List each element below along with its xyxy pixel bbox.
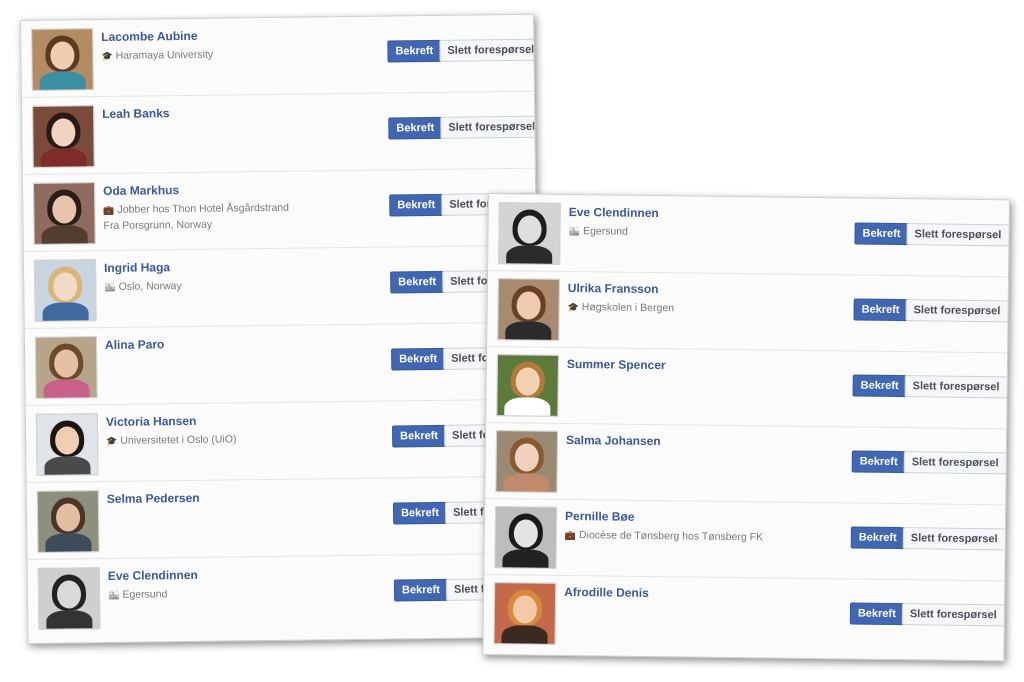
friend-detail-text: Haramaya University bbox=[115, 48, 214, 62]
confirm-button[interactable]: Bekreft bbox=[850, 526, 905, 550]
city-icon: 🏙 bbox=[568, 225, 581, 237]
friend-name-link[interactable]: Ingrid Haga bbox=[104, 260, 170, 275]
avatar[interactable] bbox=[33, 259, 97, 322]
friend-name-link[interactable]: Selma Pedersen bbox=[107, 491, 200, 506]
friend-detail: 🏙 Egersund bbox=[568, 225, 628, 238]
friend-request-row: Summer Spencer Bekreft Slett forespørsel bbox=[486, 346, 1008, 430]
friend-name-link[interactable]: Eve Clendinnen bbox=[569, 205, 659, 220]
friend-request-row: Eve Clendinnen 🏙Egersund BekreftSlett fore… bbox=[488, 194, 1010, 278]
friend-request-row: Eve Clendinnen🏙EgersundBekreftSlett fore… bbox=[28, 554, 542, 636]
avatar[interactable] bbox=[37, 567, 101, 630]
friend-request-row: Afrodille Denis Bekreft Slett forespørsel bbox=[483, 574, 1005, 656]
delete-request-button[interactable]: Slett forespørsel bbox=[904, 375, 1008, 399]
avatar[interactable] bbox=[493, 582, 557, 645]
friend-detail: 🎓 Universitetet i Oslo (UiO) bbox=[106, 433, 236, 447]
friend-request-row: Leah Banks Bekreft Slett forespørsel bbox=[21, 91, 542, 175]
avatar[interactable] bbox=[494, 506, 558, 569]
friend-detail-text: Egersund bbox=[122, 588, 168, 601]
friend-name-link[interactable]: Lacombe Aubine bbox=[101, 29, 197, 44]
graduation-cap-icon: 🎓 bbox=[101, 50, 113, 62]
confirm-button[interactable]: Bekreft bbox=[391, 424, 447, 448]
friend-detail-secondary: Fra Porsgrunn, Norway bbox=[103, 218, 213, 232]
friend-request-row: Ulrika Fransson 🎓 Høgskolen i Bergen Bekref… bbox=[487, 270, 1009, 354]
confirm-button[interactable]: Bekreft bbox=[854, 222, 909, 246]
friend-detail-text: Universitetet i Oslo (UiO) bbox=[120, 433, 237, 447]
friend-request-row: Salma Johansen Bekreft Slett forespørsel bbox=[485, 421, 1007, 506]
graduation-cap-icon: 🎓 bbox=[106, 435, 118, 446]
friend-name-link[interactable]: Pernille Bøe bbox=[565, 509, 635, 524]
friend-request-row: Selma PedersenBekreftSlett forespørsel bbox=[26, 476, 542, 560]
delete-request-button[interactable]: Slett forespørsel bbox=[902, 527, 1006, 551]
friend-detail-text: Høgskolen i Bergen bbox=[581, 301, 675, 315]
confirm-button[interactable]: Bekreft bbox=[388, 116, 443, 140]
delete-request-button[interactable]: Slett forespørsel bbox=[440, 115, 542, 139]
delete-request-button[interactable]: Slett forespørsel bbox=[905, 299, 1009, 323]
friend-detail-text: Diocèse de Tønsberg hos Tønsberg FK bbox=[578, 529, 764, 544]
confirm-button[interactable]: Bekreft bbox=[391, 347, 446, 371]
confirm-button[interactable]: Bekreft bbox=[851, 450, 906, 474]
delete-request-button[interactable]: Slett forespørsel bbox=[903, 451, 1007, 475]
confirm-button[interactable]: Bekreft bbox=[852, 374, 907, 398]
friend-request-row: Oda Markhus 💼 Jobber hos Thon Hotel Åsgård… bbox=[22, 168, 542, 252]
avatar[interactable] bbox=[31, 28, 94, 91]
friend-name-link[interactable]: Alina Paro bbox=[105, 337, 165, 352]
friend-detail: 💼 Jobber hos Thon Hotel Åsgårdstrand bbox=[103, 202, 289, 216]
avatar[interactable] bbox=[34, 336, 98, 399]
city-icon: 🏙 bbox=[104, 281, 116, 292]
friend-name-link[interactable]: Ulrika Fransson bbox=[568, 281, 659, 296]
confirm-button[interactable]: Bekreft bbox=[393, 578, 449, 602]
friend-name-link[interactable]: Eve Clendinnen bbox=[108, 568, 198, 583]
friend-name-link[interactable]: Afrodille Denis bbox=[564, 585, 649, 600]
friend-detail-text: Egersund bbox=[582, 225, 629, 238]
delete-request-button[interactable]: Slett forespørsel bbox=[901, 603, 1005, 627]
avatar[interactable] bbox=[35, 413, 99, 476]
delete-request-button[interactable]: Slett forespørsel bbox=[906, 223, 1010, 247]
friend-request-row: Pernille Bøe 💼 Diocèse de Tønsberg hos Tøn… bbox=[484, 497, 1006, 582]
confirm-button[interactable]: Bekreft bbox=[392, 501, 448, 525]
friend-name-link[interactable]: Summer Spencer bbox=[567, 357, 666, 372]
friend-request-row: Victoria Hansen 🎓 Universitetet i Oslo (Ui… bbox=[25, 399, 542, 483]
friend-name-link[interactable]: Salma Johansen bbox=[566, 433, 661, 448]
friend-detail: 🏙 Oslo, Norway bbox=[104, 280, 182, 293]
avatar[interactable] bbox=[32, 182, 96, 245]
friend-name-link[interactable]: Victoria Hansen bbox=[106, 414, 197, 429]
confirm-button[interactable]: Bekreft bbox=[390, 270, 445, 294]
avatar[interactable] bbox=[496, 354, 560, 417]
friend-requests-panel-left: Lacombe Aubine 🎓 Haramaya University Bekref… bbox=[20, 13, 542, 644]
avatar[interactable] bbox=[498, 202, 561, 265]
friend-request-row: Lacombe Aubine 🎓 Haramaya University Bekref… bbox=[21, 14, 542, 98]
confirm-button[interactable]: Bekreft bbox=[389, 193, 444, 217]
briefcase-icon: 💼 bbox=[564, 529, 577, 541]
friend-detail-text: Jobber hos Thon Hotel Åsgårdstrand bbox=[117, 201, 290, 216]
friend-detail: 🏙 Egersund bbox=[108, 588, 168, 601]
avatar[interactable] bbox=[32, 105, 95, 168]
friend-detail: 🎓 Haramaya University bbox=[101, 49, 213, 62]
avatar[interactable] bbox=[36, 490, 100, 553]
friend-requests-panel-right: Eve Clendinnen 🏙 Egersund Bekreft Slett fore… bbox=[482, 193, 1010, 662]
city-icon: 🏙 bbox=[107, 589, 120, 600]
friend-request-row: Alina ParoBekreftSlett forespørsel bbox=[24, 322, 542, 406]
friend-name-link[interactable]: Oda Markhus bbox=[103, 183, 179, 198]
friend-detail: 💼 Diocèse de Tønsberg hos Tønsberg FK bbox=[565, 529, 763, 543]
delete-request-button[interactable]: Slett forespørsel bbox=[439, 38, 542, 62]
confirm-button[interactable]: Bekreft bbox=[387, 39, 442, 63]
graduation-cap-icon: 🎓 bbox=[567, 301, 579, 313]
friend-request-row: Ingrid Haga🏙Oslo, NorwayBekreftSlett for… bbox=[23, 245, 542, 329]
avatar[interactable] bbox=[497, 278, 560, 341]
avatar[interactable] bbox=[495, 430, 559, 493]
friend-detail: 🎓 Høgskolen i Bergen bbox=[568, 301, 675, 314]
friend-name-link[interactable]: Leah Banks bbox=[102, 106, 170, 121]
confirm-button[interactable]: Bekreft bbox=[853, 298, 908, 322]
friend-detail-text: Oslo, Norway bbox=[118, 280, 182, 293]
briefcase-icon: 💼 bbox=[103, 204, 115, 215]
confirm-button[interactable]: Bekreft bbox=[849, 602, 904, 626]
